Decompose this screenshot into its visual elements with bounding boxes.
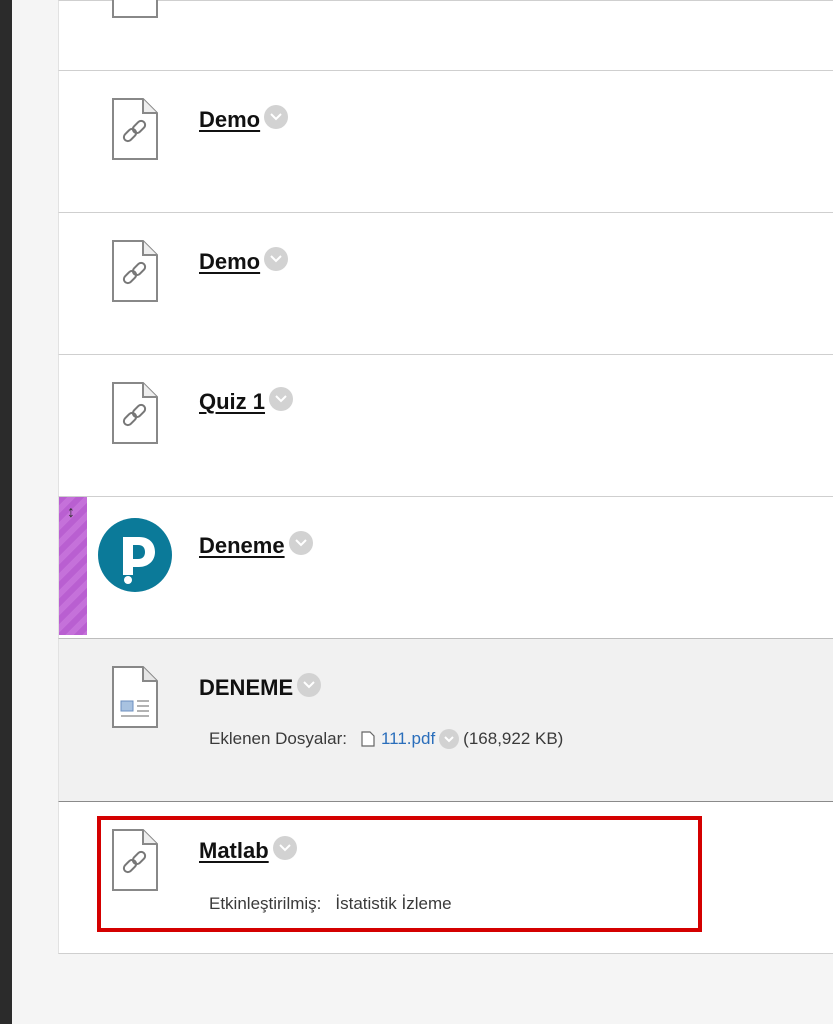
item-title-link[interactable]: Quiz 1 — [199, 389, 265, 415]
pearson-logo-icon — [98, 518, 172, 592]
enabled-value: İstatistik İzleme — [335, 894, 452, 913]
enabled-label: Etkinleştirilmiş: — [209, 894, 322, 913]
list-item[interactable]: Matlab Etkinleştirilmiş: İstatistik İzle… — [58, 802, 833, 954]
chevron-down-icon[interactable] — [297, 673, 322, 697]
document-icon — [112, 666, 158, 728]
file-icon — [361, 731, 375, 747]
chevron-down-icon[interactable] — [264, 105, 289, 129]
list-item[interactable]: ↕ Deneme — [58, 497, 833, 639]
list-item[interactable]: Demo — [58, 213, 833, 355]
list-item-partial[interactable] — [58, 0, 833, 71]
chevron-down-icon[interactable] — [269, 387, 294, 411]
list-item[interactable]: Quiz 1 — [58, 355, 833, 497]
chevron-down-icon[interactable] — [272, 836, 297, 860]
item-title-link[interactable]: Demo — [199, 107, 260, 133]
link-document-icon — [112, 382, 158, 444]
link-document-icon — [112, 829, 158, 891]
chevron-down-icon[interactable] — [264, 247, 289, 271]
attachment-file-link[interactable]: 111.pdf — [381, 729, 435, 749]
item-title-link[interactable]: Deneme — [199, 533, 285, 559]
link-document-icon — [112, 98, 158, 160]
chevron-down-icon[interactable] — [439, 729, 460, 749]
item-title-link[interactable]: Demo — [199, 249, 260, 275]
drag-handle[interactable]: ↕ — [59, 497, 87, 635]
link-document-icon — [112, 0, 158, 18]
left-edge-bar — [0, 0, 12, 1024]
list-item-selected[interactable]: DENEME Eklenen Dosyalar: 111.pdf (168,92… — [58, 638, 833, 802]
attachments-label: Eklenen Dosyalar: — [209, 729, 347, 748]
drag-arrow-icon: ↕ — [67, 504, 75, 521]
link-document-icon — [112, 240, 158, 302]
file-size: (168,922 KB) — [463, 729, 564, 748]
list-item[interactable]: Demo — [58, 71, 833, 213]
item-title-link[interactable]: Matlab — [199, 838, 269, 864]
item-title: DENEME — [199, 675, 294, 700]
chevron-down-icon[interactable] — [288, 531, 313, 555]
